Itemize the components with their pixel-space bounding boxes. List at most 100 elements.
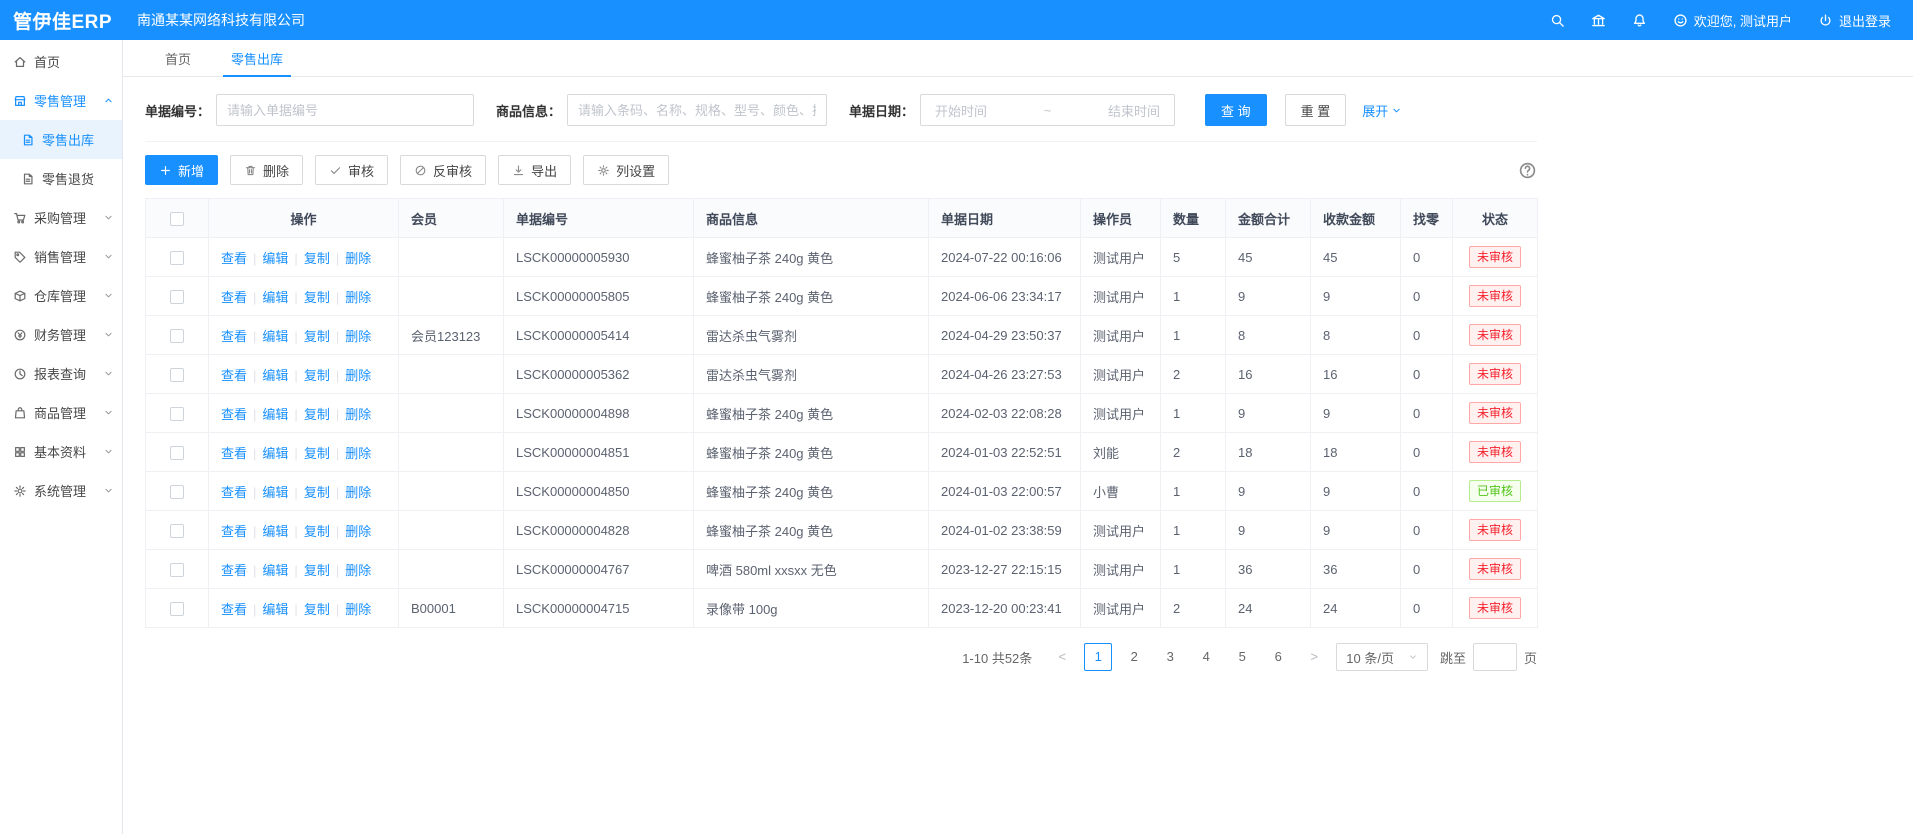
- delete-link[interactable]: 删除: [345, 524, 371, 539]
- copy-link[interactable]: 复制: [304, 524, 330, 539]
- page-button-1[interactable]: 1: [1084, 643, 1112, 671]
- column-settings-button[interactable]: 列设置: [583, 155, 669, 185]
- sidebar-item-purchase[interactable]: 采购管理: [0, 198, 122, 237]
- edit-link[interactable]: 编辑: [262, 524, 288, 539]
- row-checkbox[interactable]: [170, 251, 184, 265]
- delete-link[interactable]: 删除: [345, 407, 371, 422]
- sidebar-item-system[interactable]: 系统管理: [0, 471, 122, 510]
- help-icon[interactable]: [1518, 161, 1537, 180]
- view-link[interactable]: 查看: [221, 524, 247, 539]
- product-input[interactable]: [567, 94, 827, 126]
- search-button[interactable]: 查 询: [1205, 94, 1267, 126]
- unaudit-button[interactable]: 反审核: [400, 155, 486, 185]
- view-link[interactable]: 查看: [221, 407, 247, 422]
- date-range-picker[interactable]: 开始时间 ~ 结束时间: [920, 94, 1175, 126]
- page-button-2[interactable]: 2: [1120, 643, 1148, 671]
- tab-home[interactable]: 首页: [147, 40, 209, 76]
- delete-link[interactable]: 删除: [345, 602, 371, 617]
- edit-link[interactable]: 编辑: [262, 407, 288, 422]
- edit-link[interactable]: 编辑: [262, 290, 288, 305]
- copy-link[interactable]: 复制: [304, 407, 330, 422]
- jump-input[interactable]: [1473, 643, 1517, 671]
- order-no-input[interactable]: [216, 94, 474, 126]
- tab-retail-outbound[interactable]: 零售出库: [213, 40, 301, 76]
- sidebar-item-sales[interactable]: 销售管理: [0, 237, 122, 276]
- logout-button[interactable]: 退出登录: [1818, 11, 1891, 30]
- delete-link[interactable]: 删除: [345, 290, 371, 305]
- row-checkbox[interactable]: [170, 368, 184, 382]
- expand-link[interactable]: 展开: [1362, 101, 1402, 120]
- tab-bar: 首页零售出库: [123, 40, 1913, 77]
- bank-icon[interactable]: [1591, 13, 1606, 28]
- edit-link[interactable]: 编辑: [262, 329, 288, 344]
- sidebar-item-reports[interactable]: 报表查询: [0, 354, 122, 393]
- home-icon: [13, 55, 27, 69]
- copy-link[interactable]: 复制: [304, 485, 330, 500]
- row-checkbox[interactable]: [170, 407, 184, 421]
- audit-button[interactable]: 审核: [315, 155, 388, 185]
- sidebar-item-home[interactable]: 首页: [0, 42, 122, 81]
- sidebar-item-finance[interactable]: 财务管理: [0, 315, 122, 354]
- view-link[interactable]: 查看: [221, 368, 247, 383]
- row-checkbox[interactable]: [170, 329, 184, 343]
- button-label: 导出: [531, 161, 557, 180]
- view-link[interactable]: 查看: [221, 485, 247, 500]
- copy-link[interactable]: 复制: [304, 329, 330, 344]
- sidebar-item-retail-outbound[interactable]: 零售出库: [0, 120, 122, 159]
- cell-order-no: LSCK00000004898: [504, 394, 694, 433]
- user-welcome[interactable]: 欢迎您, 测试用户: [1673, 11, 1792, 30]
- copy-link[interactable]: 复制: [304, 290, 330, 305]
- page-size-select[interactable]: 10 条/页: [1336, 643, 1428, 671]
- delete-link[interactable]: 删除: [345, 563, 371, 578]
- view-link[interactable]: 查看: [221, 329, 247, 344]
- view-link[interactable]: 查看: [221, 602, 247, 617]
- notification-bell-icon[interactable]: [1632, 13, 1647, 28]
- delete-link[interactable]: 删除: [345, 251, 371, 266]
- prev-page-button[interactable]: <: [1048, 643, 1076, 671]
- row-checkbox[interactable]: [170, 524, 184, 538]
- search-icon[interactable]: [1550, 13, 1565, 28]
- add-button[interactable]: 新增: [145, 155, 218, 185]
- sidebar-item-retail-return[interactable]: 零售退货: [0, 159, 122, 198]
- cell-received: 9: [1311, 277, 1401, 316]
- view-link[interactable]: 查看: [221, 563, 247, 578]
- copy-link[interactable]: 复制: [304, 446, 330, 461]
- row-checkbox[interactable]: [170, 446, 184, 460]
- edit-link[interactable]: 编辑: [262, 485, 288, 500]
- reset-button[interactable]: 重 置: [1285, 94, 1347, 126]
- copy-link[interactable]: 复制: [304, 251, 330, 266]
- edit-link[interactable]: 编辑: [262, 602, 288, 617]
- row-checkbox[interactable]: [170, 563, 184, 577]
- page-button-6[interactable]: 6: [1264, 643, 1292, 671]
- delete-link[interactable]: 删除: [345, 368, 371, 383]
- sidebar-item-basic-data[interactable]: 基本资料: [0, 432, 122, 471]
- edit-link[interactable]: 编辑: [262, 368, 288, 383]
- row-checkbox[interactable]: [170, 602, 184, 616]
- edit-link[interactable]: 编辑: [262, 446, 288, 461]
- view-link[interactable]: 查看: [221, 446, 247, 461]
- product-label: 商品信息：: [496, 101, 561, 120]
- export-button[interactable]: 导出: [498, 155, 571, 185]
- edit-link[interactable]: 编辑: [262, 563, 288, 578]
- row-checkbox[interactable]: [170, 485, 184, 499]
- page-button-4[interactable]: 4: [1192, 643, 1220, 671]
- copy-link[interactable]: 复制: [304, 602, 330, 617]
- view-link[interactable]: 查看: [221, 251, 247, 266]
- delete-link[interactable]: 删除: [345, 446, 371, 461]
- edit-link[interactable]: 编辑: [262, 251, 288, 266]
- next-page-button[interactable]: >: [1300, 643, 1328, 671]
- page-button-5[interactable]: 5: [1228, 643, 1256, 671]
- status-badge: 未审核: [1469, 324, 1521, 345]
- sidebar-item-retail[interactable]: 零售管理: [0, 81, 122, 120]
- select-all-checkbox[interactable]: [170, 212, 184, 226]
- copy-link[interactable]: 复制: [304, 368, 330, 383]
- delete-link[interactable]: 删除: [345, 485, 371, 500]
- view-link[interactable]: 查看: [221, 290, 247, 305]
- copy-link[interactable]: 复制: [304, 563, 330, 578]
- delete-link[interactable]: 删除: [345, 329, 371, 344]
- delete-button[interactable]: 删除: [230, 155, 303, 185]
- page-button-3[interactable]: 3: [1156, 643, 1184, 671]
- sidebar-item-warehouse[interactable]: 仓库管理: [0, 276, 122, 315]
- row-checkbox[interactable]: [170, 290, 184, 304]
- sidebar-item-goods[interactable]: 商品管理: [0, 393, 122, 432]
